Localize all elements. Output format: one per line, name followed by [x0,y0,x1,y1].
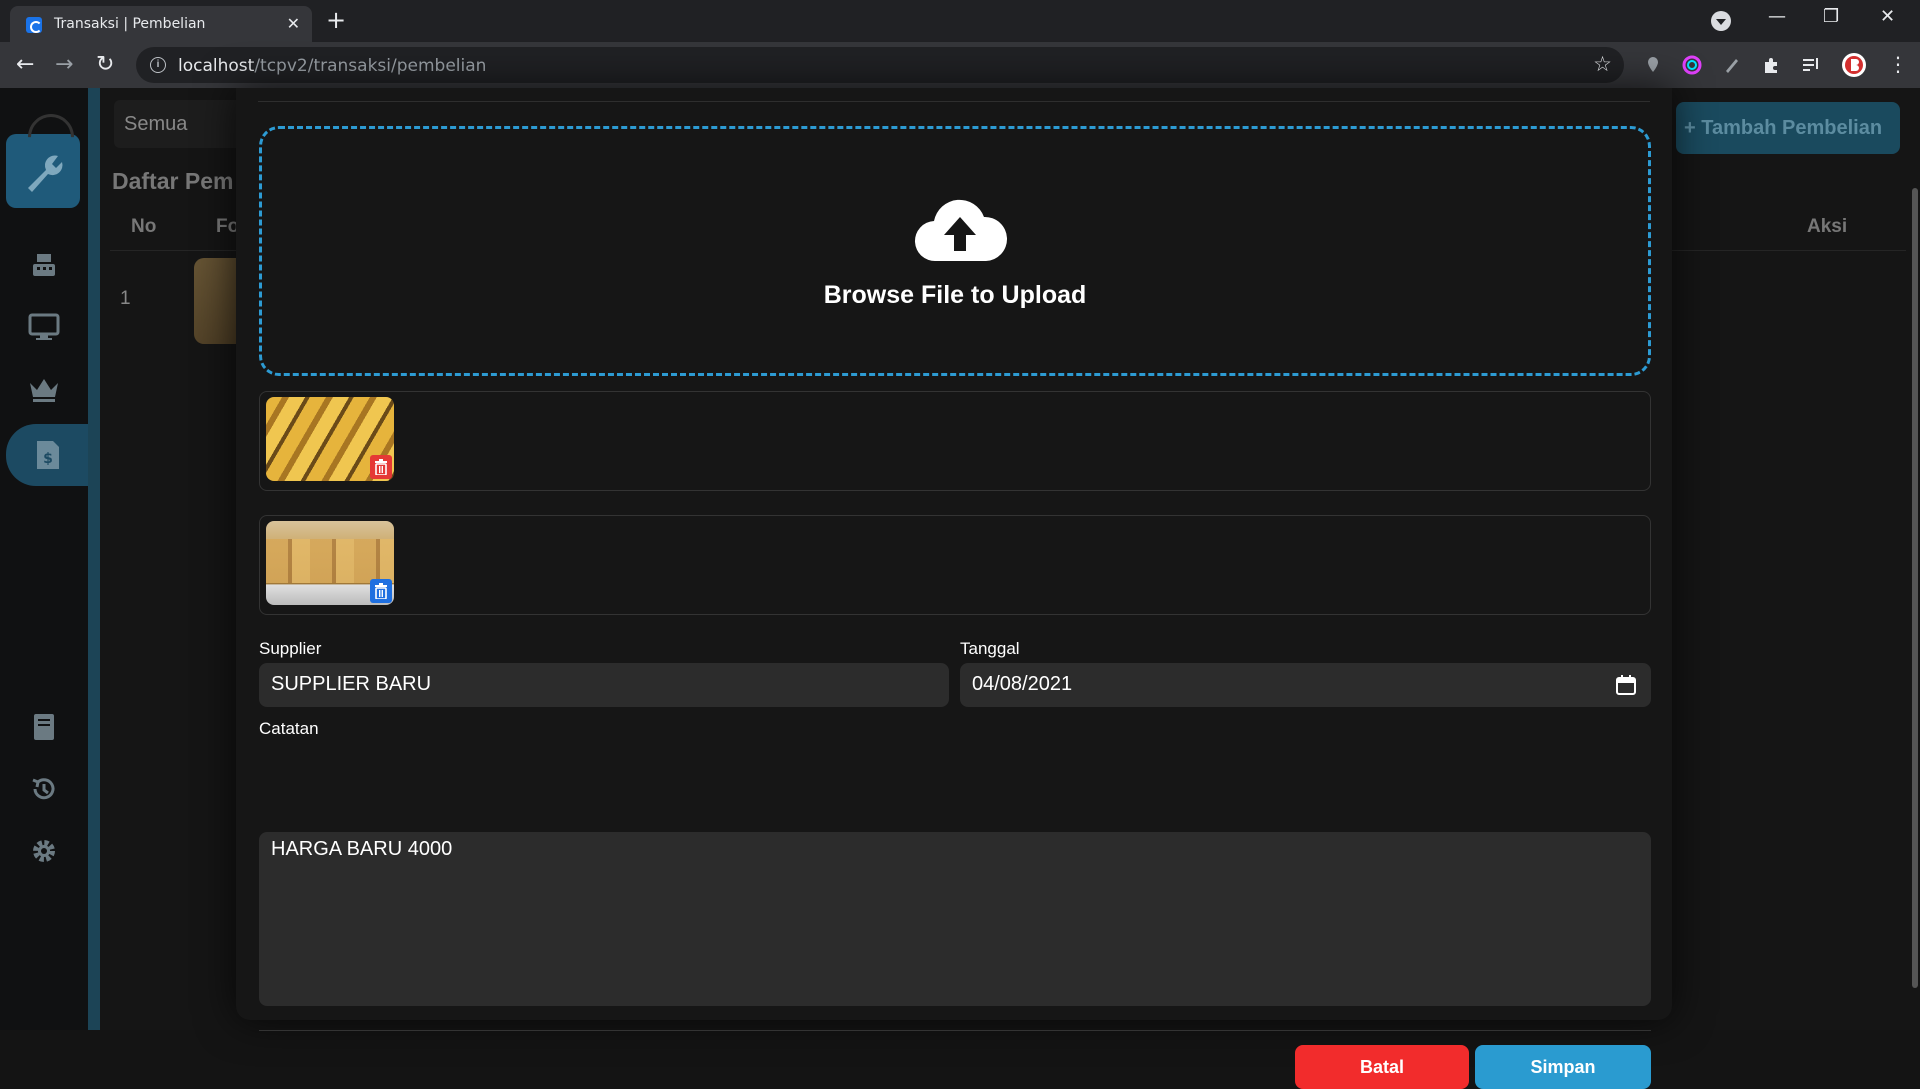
favicon-icon [26,17,42,33]
back-icon[interactable]: ← [16,52,34,77]
file-upload-dropzone[interactable]: Browse File to Upload [259,126,1651,376]
preview-image [266,397,394,481]
address-bar[interactable]: i localhost/tcpv2/transaksi/pembelian ☆ [136,47,1624,83]
media-queue-icon[interactable] [1801,55,1821,75]
catatan-textarea[interactable]: HARGA BARU 4000 [259,832,1651,1006]
tanggal-label: Tanggal [960,639,1020,658]
gear-icon [33,840,55,862]
column-header-aksi: Aksi [1807,216,1848,237]
supplier-input[interactable]: SUPPLIER BARU [259,663,949,707]
reload-icon[interactable]: ↻ [96,52,114,77]
browser-tab-bar: Transaksi | Pembelian ✕ + — ❐ ✕ [0,0,1920,42]
cancel-button[interactable]: Batal [1295,1045,1469,1089]
extensions-puzzle-icon[interactable] [1762,55,1782,75]
crown-icon [30,379,58,402]
upload-instruction: Browse File to Upload [823,281,1087,309]
location-icon[interactable] [1643,55,1663,75]
table-row-number: 1 [120,288,131,309]
book-icon [34,714,54,740]
trash-icon [375,583,387,599]
invoice-icon: $ [37,441,59,469]
browser-tab[interactable]: Transaksi | Pembelian ✕ [10,6,312,42]
app-logo-wrench-icon[interactable] [6,134,80,208]
cash-register-icon [33,254,55,276]
svg-text:$: $ [43,451,53,467]
history-icon [32,778,55,800]
profile-avatar-icon[interactable] [1841,52,1867,78]
sidebar-item-kasir[interactable] [0,236,88,294]
tab-search-icon[interactable] [1711,11,1731,31]
site-info-icon[interactable]: i [150,57,166,73]
supplier-label: Supplier [259,639,322,658]
calendar-icon[interactable] [1615,674,1637,696]
modal-footer-divider [259,1030,1651,1031]
close-tab-icon[interactable]: ✕ [287,14,300,33]
forward-icon[interactable]: → [55,52,73,77]
restore-icon[interactable]: ❐ [1823,6,1839,27]
sidebar-edge [88,88,100,1030]
window-close-icon[interactable]: ✕ [1880,6,1895,27]
sidebar-item-book[interactable] [0,698,88,756]
add-purchase-button[interactable]: + Tambah Pembelian [1676,102,1900,154]
plus-icon: + [1684,117,1696,139]
page-scrollbar[interactable] [1912,188,1918,988]
catatan-label: Catatan [259,719,319,738]
pen-extension-icon[interactable] [1722,55,1742,75]
delete-image-button[interactable] [370,579,392,603]
sidebar-item-settings[interactable] [0,822,88,880]
save-button[interactable]: Simpan [1475,1045,1651,1089]
minimize-icon[interactable]: — [1768,6,1786,27]
browser-toolbar: ← → ↻ i localhost/tcpv2/transaksi/pembel… [0,42,1920,88]
tab-title: Transaksi | Pembelian [54,16,206,32]
image-preview-2 [259,515,1651,615]
add-purchase-label: Tambah Pembelian [1701,117,1883,139]
browser-menu-icon[interactable]: ⋮ [1888,52,1908,76]
sidebar-item-monitor[interactable] [0,298,88,356]
url-text: localhost/tcpv2/transaksi/pembelian [178,56,487,76]
tanggal-value: 04/08/2021 [972,673,1073,695]
trash-icon [375,459,387,475]
purchase-form-modal: Browse File to Upload Supplier SUPPLIER … [236,88,1672,1089]
sidebar: $ [0,88,88,1030]
color-picker-extension-icon[interactable] [1682,55,1702,75]
bookmark-star-icon[interactable]: ☆ [1593,52,1612,77]
preview-image [266,521,394,605]
monitor-icon [28,313,60,340]
delete-image-button[interactable] [370,455,392,479]
new-tab-icon[interactable]: + [326,6,346,34]
list-title: Daftar Pem [112,168,234,194]
tanggal-date-input[interactable]: 04/08/2021 [960,663,1651,707]
sidebar-item-crown[interactable] [0,360,88,418]
modal-header-divider [258,101,1650,102]
sidebar-item-transaksi[interactable]: $ [4,426,92,484]
column-header-no: No [131,216,157,237]
sidebar-item-history[interactable] [0,760,88,818]
cloud-upload-icon [914,199,1008,262]
image-preview-1 [259,391,1651,491]
